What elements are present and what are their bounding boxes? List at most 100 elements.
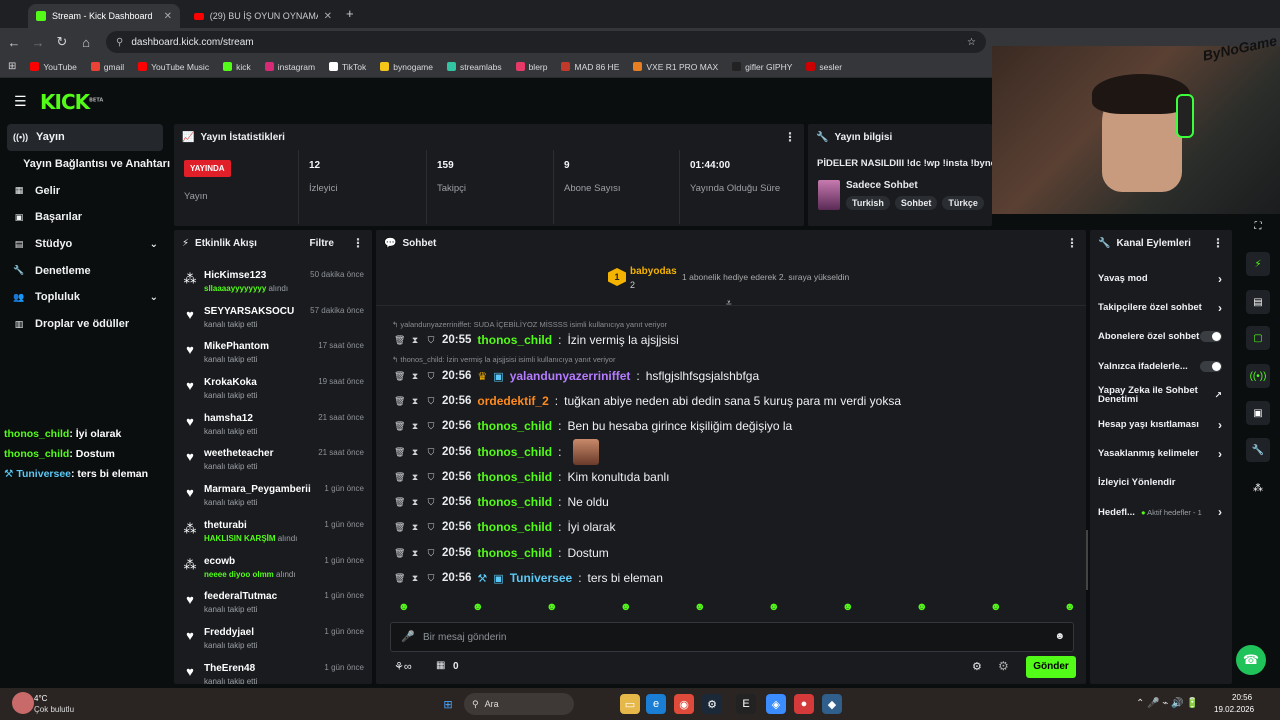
- bookmark-item[interactable]: YouTube: [30, 62, 77, 72]
- timeout-icon[interactable]: ⧗: [410, 421, 420, 432]
- bookmark-item[interactable]: kick: [223, 62, 251, 72]
- quick-emote-icon[interactable]: ☻: [842, 601, 854, 613]
- chat-username[interactable]: thonos_child: [477, 419, 552, 433]
- quick-emote-icon[interactable]: ☻: [398, 601, 410, 613]
- timeout-icon[interactable]: ⧗: [410, 522, 420, 533]
- chrome-icon[interactable]: ◉: [674, 694, 694, 714]
- start-icon[interactable]: ⊞: [438, 694, 458, 714]
- community-icon[interactable]: ⁂: [1246, 476, 1270, 500]
- activity-username[interactable]: ecowb: [204, 556, 296, 567]
- stream-tag[interactable]: Sohbet: [894, 196, 938, 210]
- chat-username[interactable]: ordedektif_2: [477, 394, 548, 408]
- site-info-icon[interactable]: ⚲: [116, 37, 123, 48]
- delete-icon[interactable]: 🗑: [394, 371, 405, 382]
- sidebar-item[interactable]: ((•)) Yayın: [7, 124, 163, 151]
- timeout-icon[interactable]: ⧗: [410, 548, 420, 559]
- broadcast-icon[interactable]: ((•)): [1246, 364, 1270, 388]
- file-explorer-icon[interactable]: ▭: [620, 694, 640, 714]
- points-icon[interactable]: ⚘∞: [394, 660, 412, 673]
- activity-username[interactable]: hamsha12: [204, 413, 257, 424]
- more-options-icon[interactable]: ⋮: [784, 130, 796, 144]
- activity-username[interactable]: Marmara_Peygamberii: [204, 484, 311, 495]
- activity-username[interactable]: Freddyjael: [204, 627, 257, 638]
- bookmark-item[interactable]: MAD 86 HE: [561, 62, 619, 72]
- channel-action-item[interactable]: Yavaş mod ›: [1090, 264, 1232, 293]
- ban-icon[interactable]: ⛉: [426, 335, 436, 346]
- bookmark-item[interactable]: bynogame: [380, 62, 433, 72]
- close-icon[interactable]: ✕: [164, 11, 172, 22]
- delete-icon[interactable]: 🗑: [394, 472, 405, 483]
- chat-username[interactable]: yalandunyazerriniffet: [510, 369, 631, 383]
- back-icon[interactable]: ←: [2, 35, 26, 50]
- quick-emote-icon[interactable]: ☻: [620, 601, 632, 613]
- stream-tag[interactable]: Turkish: [846, 196, 890, 210]
- apps-grid-icon[interactable]: ⊞: [8, 61, 16, 72]
- settings-icon[interactable]: ⚙: [972, 660, 982, 673]
- ban-icon[interactable]: ⛉: [426, 472, 436, 483]
- timeout-icon[interactable]: ⧗: [410, 447, 420, 458]
- system-tray-icons[interactable]: ⌃ 🎤 ⌁ 🔊 🔋: [1136, 698, 1199, 709]
- forward-icon[interactable]: →: [26, 35, 50, 50]
- hamburger-menu-icon[interactable]: ☰: [14, 93, 27, 110]
- quick-emote-icon[interactable]: ☻: [546, 601, 558, 613]
- chat-username[interactable]: thonos_child: [477, 470, 552, 484]
- activity-username[interactable]: TheEren48: [204, 663, 257, 674]
- ban-icon[interactable]: ⛉: [426, 497, 436, 508]
- ban-icon[interactable]: ⛉: [426, 573, 436, 584]
- timeout-icon[interactable]: ⧗: [410, 335, 420, 346]
- chat-username[interactable]: thonos_child: [477, 333, 552, 347]
- channel-action-item[interactable]: İzleyici Yönlendir: [1090, 468, 1232, 497]
- quick-emote-icon[interactable]: ☻: [990, 601, 1002, 613]
- bookmark-item[interactable]: streamlabs: [447, 62, 502, 72]
- more-options-icon[interactable]: ⋮: [1212, 236, 1224, 250]
- stream-tag[interactable]: Türkçe: [942, 196, 984, 210]
- sidebar-item[interactable]: ▥ Droplar ve ödüller: [0, 311, 170, 338]
- chat-username[interactable]: thonos_child: [477, 520, 552, 534]
- epic-games-icon[interactable]: E: [736, 694, 756, 714]
- emote-picker-icon[interactable]: ☻: [1054, 631, 1065, 642]
- reload-icon[interactable]: ↻: [50, 34, 74, 50]
- activity-username[interactable]: SEYYARSAKSOCU: [204, 306, 294, 317]
- activity-username[interactable]: MikePhantom: [204, 341, 269, 352]
- ban-icon[interactable]: ⛉: [426, 548, 436, 559]
- bookmark-item[interactable]: gifler GIPHY: [732, 62, 792, 72]
- support-chat-icon[interactable]: ☎: [1236, 645, 1266, 675]
- chat-input[interactable]: 🎤 Bir mesaj gönderin ☻: [390, 622, 1074, 652]
- toggle-switch[interactable]: [1200, 360, 1222, 372]
- channel-action-item[interactable]: Yapay Zeka ile Sohbet Denetimi ↗: [1090, 381, 1232, 410]
- sidebar-item[interactable]: 👥 Topluluk ⌄: [0, 284, 170, 311]
- channel-action-item[interactable]: Takipçilere özel sohbet ›: [1090, 293, 1232, 322]
- wrench-icon[interactable]: 🔧: [1246, 438, 1270, 462]
- collapse-banner-icon[interactable]: ⩡: [726, 298, 732, 309]
- bookmark-item[interactable]: TikTok: [329, 62, 366, 72]
- quick-emote-icon[interactable]: ☻: [694, 601, 706, 613]
- send-button[interactable]: Gönder: [1026, 656, 1076, 678]
- bookmark-item[interactable]: VXE R1 PRO MAX: [633, 62, 718, 72]
- tools-icon[interactable]: ⚙: [998, 659, 1009, 673]
- sidebar-item[interactable]: ▤ Stüdyo ⌄: [0, 231, 170, 258]
- chat-username[interactable]: thonos_child: [477, 445, 552, 459]
- close-icon[interactable]: ✕: [324, 11, 332, 22]
- delete-icon[interactable]: 🗑: [394, 548, 405, 559]
- chat-username[interactable]: Tuniversee: [510, 571, 572, 585]
- bookmark-item[interactable]: sesler: [806, 62, 842, 72]
- more-options-icon[interactable]: ⋮: [1066, 236, 1078, 250]
- quick-emote-icon[interactable]: ☻: [472, 601, 484, 613]
- ban-icon[interactable]: ⛉: [426, 396, 436, 407]
- sidebar-item[interactable]: ▣ Başarılar: [0, 204, 170, 231]
- delete-icon[interactable]: 🗑: [394, 497, 405, 508]
- delete-icon[interactable]: 🗑: [394, 335, 405, 346]
- sidebar-item[interactable]: 🔧 Denetleme: [0, 257, 170, 284]
- more-options-icon[interactable]: ⋮: [352, 236, 364, 250]
- stream-title[interactable]: PİDELER NASILDIII !dc !wp !insta !bynog: [808, 150, 992, 169]
- ban-icon[interactable]: ⛉: [426, 421, 436, 432]
- new-tab-icon[interactable]: +: [346, 6, 354, 21]
- home-icon[interactable]: ⌂: [74, 35, 98, 50]
- bookmark-item[interactable]: instagram: [264, 62, 315, 72]
- timeout-icon[interactable]: ⧗: [410, 396, 420, 407]
- activity-username[interactable]: theturabi: [204, 520, 297, 531]
- timeout-icon[interactable]: ⧗: [410, 497, 420, 508]
- taskbar-search[interactable]: ⚲ Ara: [464, 693, 574, 715]
- edge-icon[interactable]: e: [646, 694, 666, 714]
- timeout-icon[interactable]: ⧗: [410, 371, 420, 382]
